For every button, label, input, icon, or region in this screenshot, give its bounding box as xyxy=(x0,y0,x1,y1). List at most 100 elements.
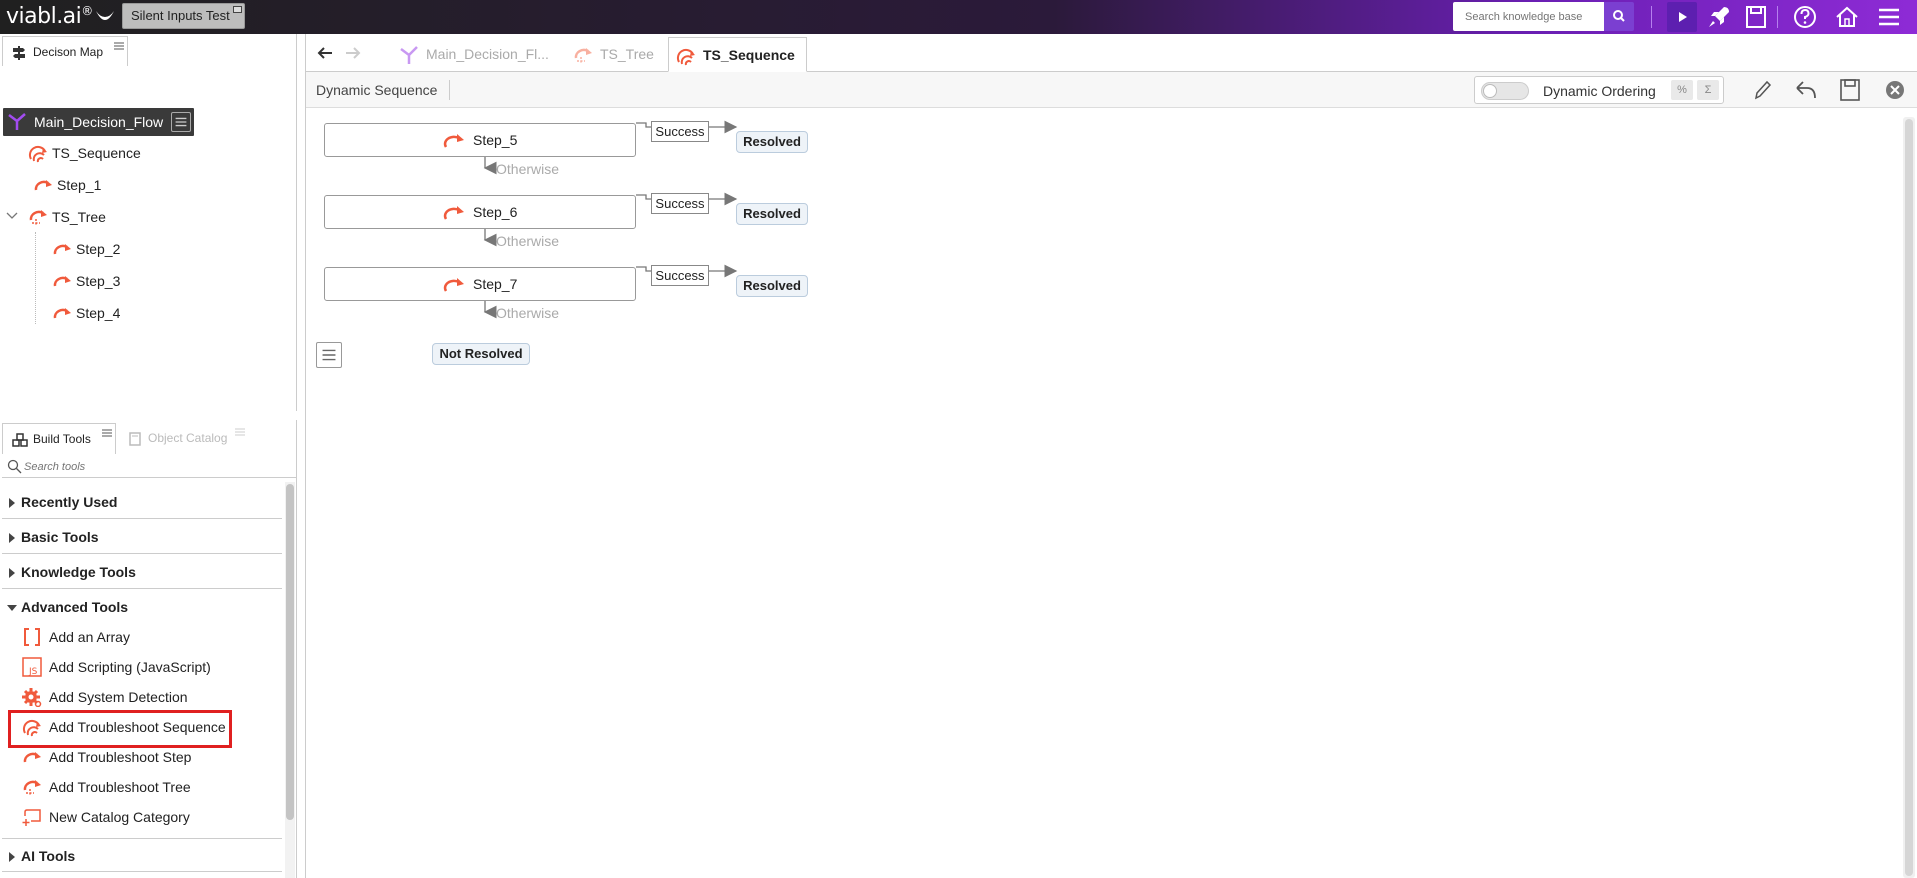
troubleshoot-step-icon xyxy=(443,134,464,148)
tab-ts-tree[interactable]: TS_Tree xyxy=(572,37,667,72)
tab-label: Main_Decision_Fl... xyxy=(426,46,549,62)
success-label: Success xyxy=(651,121,709,142)
not-resolved-outcome[interactable]: Not Resolved xyxy=(432,343,530,365)
tab-decision-map[interactable]: Decison Map xyxy=(2,36,128,66)
tree-root-main-decision-flow[interactable]: Main_Decision_Flow xyxy=(3,108,194,136)
dynamic-ordering-label: Dynamic Ordering xyxy=(1543,83,1656,99)
tree-item-label: TS_Tree xyxy=(52,209,106,225)
troubleshoot-step-icon xyxy=(53,276,71,287)
project-tab-menu-icon[interactable] xyxy=(232,6,242,13)
document-tabs: Main_Decision_Fl... TS_Tree TS_Sequence xyxy=(306,34,1917,72)
tree-item-label: Step_4 xyxy=(76,305,121,321)
tree-root-menu-icon[interactable] xyxy=(171,112,191,132)
logo-mark-icon xyxy=(96,11,114,20)
logo-registered-mark: ® xyxy=(81,4,93,18)
decision-flow-icon xyxy=(400,46,418,64)
hamburger-icon[interactable] xyxy=(1874,2,1904,32)
troubleshoot-step-icon xyxy=(443,206,464,220)
step-label: Step_6 xyxy=(473,204,518,220)
panel-menu-icon[interactable] xyxy=(114,42,124,50)
sequence-toolbar: Dynamic Sequence Dynamic Ordering % Σ xyxy=(306,72,1917,108)
tree-guide-line xyxy=(35,232,36,324)
sequence-canvas: Step_5 Success Resolved Otherwise Step_6… xyxy=(306,109,1901,878)
close-icon[interactable] xyxy=(1882,78,1908,102)
forward-arrow-icon[interactable] xyxy=(342,42,364,64)
logo: viabl.ai® xyxy=(6,4,93,29)
sequence-step-step-7[interactable]: Step_7 xyxy=(324,267,636,301)
troubleshoot-tree-icon xyxy=(574,48,592,64)
search-tools xyxy=(2,456,296,478)
rocket-icon[interactable] xyxy=(1704,2,1734,32)
save-icon[interactable] xyxy=(1837,78,1863,102)
tab-label: TS_Tree xyxy=(600,46,654,62)
success-label: Success xyxy=(651,193,709,214)
section-ai-tools[interactable]: AI Tools xyxy=(2,838,282,872)
undo-icon[interactable] xyxy=(1793,78,1819,102)
step-label: Step_5 xyxy=(473,132,518,148)
section-knowledge-tools[interactable]: Knowledge Tools xyxy=(2,555,282,589)
signpost-icon xyxy=(13,46,25,60)
resolved-outcome[interactable]: Resolved xyxy=(736,131,808,153)
highlight-box xyxy=(8,710,232,748)
dynamic-ordering-toggle[interactable] xyxy=(1481,82,1529,100)
troubleshoot-tree-icon xyxy=(29,210,47,226)
tab-object-catalog[interactable]: Object Catalog xyxy=(124,423,259,454)
tab-label: TS_Sequence xyxy=(703,47,795,63)
section-advanced-tools[interactable]: Advanced Tools xyxy=(2,590,282,624)
tree-item-label: Step_2 xyxy=(76,241,121,257)
panel-menu-icon[interactable] xyxy=(235,428,245,436)
otherwise-label: Otherwise xyxy=(496,305,560,321)
canvas-scrollbar-thumb[interactable] xyxy=(1905,119,1913,876)
sequence-step-step-5[interactable]: Step_5 xyxy=(324,123,636,157)
catalog-category-icon xyxy=(22,809,41,826)
back-arrow-icon[interactable] xyxy=(314,42,336,64)
tool-label: Add Scripting (JavaScript) xyxy=(49,659,211,675)
chevron-down-icon[interactable] xyxy=(6,211,18,221)
project-tab-label: Silent Inputs Test xyxy=(131,8,230,23)
tab-build-tools-label: Build Tools xyxy=(33,432,91,446)
troubleshoot-step-icon xyxy=(23,752,41,763)
canvas-menu-icon[interactable] xyxy=(316,342,342,368)
caret-right-icon xyxy=(9,498,15,508)
otherwise-label: Otherwise xyxy=(496,233,560,249)
tab-build-tools[interactable]: Build Tools xyxy=(2,423,116,454)
resolved-outcome[interactable]: Resolved xyxy=(736,275,808,297)
home-icon[interactable] xyxy=(1832,2,1862,32)
toolbar-separator xyxy=(1777,6,1778,28)
tool-label: Add System Detection xyxy=(49,689,188,705)
sequence-step-step-6[interactable]: Step_6 xyxy=(324,195,636,229)
success-label: Success xyxy=(651,265,709,286)
sigma-button[interactable]: Σ xyxy=(1697,80,1719,100)
knowledge-base-search-button[interactable] xyxy=(1604,2,1634,31)
section-label: Basic Tools xyxy=(21,529,99,545)
knowledge-base-search-input[interactable] xyxy=(1453,2,1604,31)
dynamic-ordering-control: Dynamic Ordering % Σ xyxy=(1474,76,1724,104)
section-recently-used[interactable]: Recently Used xyxy=(2,485,282,519)
project-tab[interactable]: Silent Inputs Test xyxy=(122,3,245,29)
help-icon[interactable] xyxy=(1790,2,1820,32)
search-tools-input[interactable] xyxy=(24,459,284,475)
logo-text: viabl.ai xyxy=(6,4,82,29)
tool-label: Add Troubleshoot Tree xyxy=(49,779,191,795)
blocks-icon xyxy=(12,433,28,447)
tab-main-decision-flow[interactable]: Main_Decision_Fl... xyxy=(398,37,558,72)
tools-scrollbar-thumb[interactable] xyxy=(286,484,294,820)
panel-menu-icon[interactable] xyxy=(102,429,112,437)
search-icon xyxy=(1613,10,1625,22)
caret-right-icon xyxy=(9,852,15,862)
tree-item-label: Step_3 xyxy=(76,273,121,289)
play-icon[interactable] xyxy=(1667,2,1697,32)
tab-object-catalog-label: Object Catalog xyxy=(148,431,228,445)
save-icon[interactable] xyxy=(1741,2,1771,32)
book-icon xyxy=(129,432,141,446)
javascript-icon: JS xyxy=(22,657,42,677)
percent-button[interactable]: % xyxy=(1671,80,1693,100)
resolved-outcome[interactable]: Resolved xyxy=(736,203,808,225)
section-basic-tools[interactable]: Basic Tools xyxy=(2,520,282,554)
decision-map-panel: Decison Map Main_Decision_Flow TS_Sequen… xyxy=(0,34,297,411)
toolbar-separator xyxy=(1651,6,1652,28)
troubleshoot-step-icon xyxy=(53,308,71,319)
tab-ts-sequence[interactable]: TS_Sequence xyxy=(668,37,807,72)
decision-flow-icon xyxy=(8,113,26,130)
pencil-icon[interactable] xyxy=(1749,78,1775,102)
